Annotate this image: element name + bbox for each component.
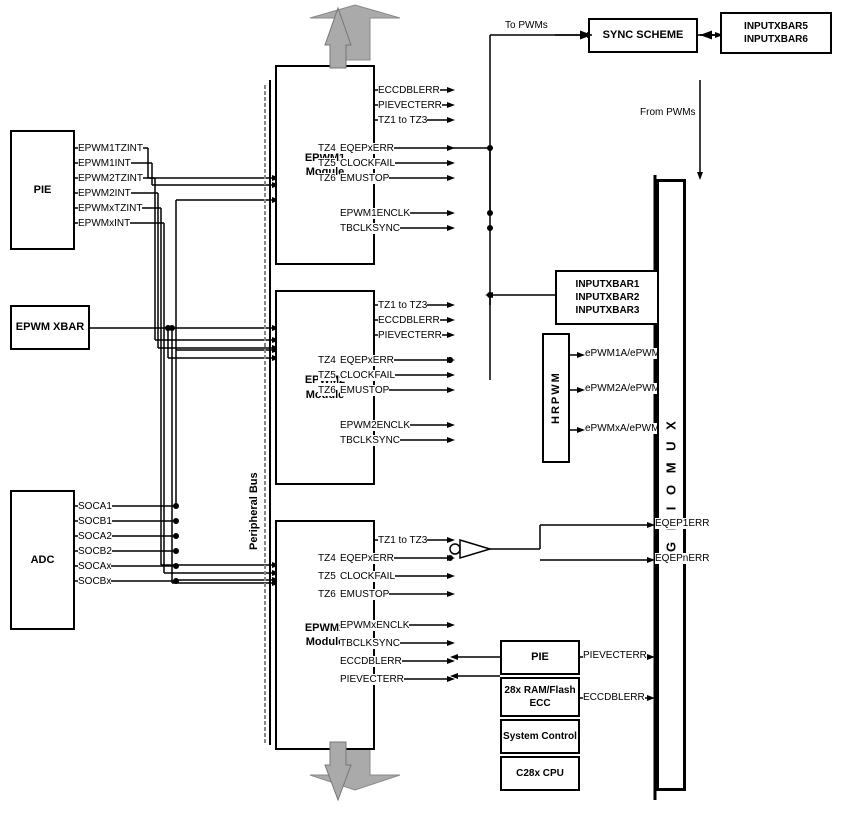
epwmx-tz1tz3: TZ1 to TZ3 bbox=[378, 535, 427, 546]
epwmxint-label: EPWMxINT bbox=[78, 218, 130, 229]
epwmx-tz4: TZ4 bbox=[318, 553, 336, 564]
epwmx-eqeperr: EQEPxERR bbox=[340, 553, 394, 564]
epwmx-tz5: TZ5 bbox=[318, 571, 336, 582]
soca1-label: SOCA1 bbox=[78, 501, 112, 512]
epwm1-tz1tz3: TZ1 to TZ3 bbox=[378, 115, 427, 126]
epwmxtzint-label: EPWMxTZINT bbox=[78, 203, 142, 214]
socb2-label: SOCB2 bbox=[78, 546, 112, 557]
epwm1-emustop: EMUSTOP bbox=[340, 173, 389, 184]
epwm2-eccdblerr: ECCDBLERR bbox=[378, 315, 440, 326]
epwm1-eccdblerr: ECCDBLERR bbox=[378, 85, 440, 96]
epwm1-tz5: TZ5 bbox=[318, 158, 336, 169]
epwm1-eqeperr: EQEPxERR bbox=[340, 143, 394, 154]
ram-flash-box: 28x RAM/Flash ECC bbox=[500, 677, 580, 717]
socb1-label: SOCB1 bbox=[78, 516, 112, 527]
adc-box: ADC bbox=[10, 490, 75, 630]
soca2-label: SOCA2 bbox=[78, 531, 112, 542]
pie-eccdblerr: ECCDBLERR bbox=[583, 692, 645, 703]
inputxbar123-box: INPUTXBAR1 INPUTXBAR2 INPUTXBAR3 bbox=[555, 270, 660, 325]
epwm1-tz6: TZ6 bbox=[318, 173, 336, 184]
epwm1-clockfail: CLOCKFAIL bbox=[340, 158, 395, 169]
epwm1-enclk: EPWM1ENCLK bbox=[340, 208, 410, 219]
epwmx-eccdblerr: ECCDBLERR bbox=[340, 656, 402, 667]
epwmx-enclk: EPWMxENCLK bbox=[340, 620, 409, 631]
epwm2-pievecterr: PIEVECTERR bbox=[378, 330, 442, 341]
epwmx-pievecterr: PIEVECTERR bbox=[340, 674, 404, 685]
epwm1-tbclksync: TBCLKSYNC bbox=[340, 223, 400, 234]
epwm2-clockfail: CLOCKFAIL bbox=[340, 370, 395, 381]
epwm2-tz4: TZ4 bbox=[318, 355, 336, 366]
peripheral-bus-label: Peripheral Bus bbox=[248, 350, 260, 550]
epwm1tzint-label: EPWM1TZINT bbox=[78, 143, 143, 154]
epwmx-tz6: TZ6 bbox=[318, 589, 336, 600]
epwm2-enclk: EPWM2ENCLK bbox=[340, 420, 410, 431]
epwmx-tbclksync: TBCLKSYNC bbox=[340, 638, 400, 649]
epwm2-tz5: TZ5 bbox=[318, 370, 336, 381]
epwm2-emustop: EMUSTOP bbox=[340, 385, 389, 396]
epwm1int-label: EPWM1INT bbox=[78, 158, 131, 169]
pie-pievecterr: PIEVECTERR bbox=[583, 650, 647, 661]
epwm2-eqeperr: EQEPxERR bbox=[340, 355, 394, 366]
epwm1-pievecterr: PIEVECTERR bbox=[378, 100, 442, 111]
to-pwms-label: To PWMs bbox=[505, 20, 548, 31]
epwm2-tbclksync: TBCLKSYNC bbox=[340, 435, 400, 446]
eqep1err-label: EQEP1ERR bbox=[655, 518, 709, 529]
epwm2-tz1tz3: TZ1 to TZ3 bbox=[378, 300, 427, 311]
hrpwm-box: HRPWM bbox=[542, 333, 570, 463]
from-pwms-label: From PWMs bbox=[640, 107, 696, 118]
epwm2int-label: EPWM2INT bbox=[78, 188, 131, 199]
epwm2-tz6: TZ6 bbox=[318, 385, 336, 396]
epwmx-clockfail: CLOCKFAIL bbox=[340, 571, 395, 582]
inputxbar56-box: INPUTXBAR5 INPUTXBAR6 bbox=[720, 12, 832, 54]
sys-ctrl-box: System Control bbox=[500, 719, 580, 754]
sync-scheme-box: SYNC SCHEME bbox=[588, 18, 698, 53]
epwm1-tz4: TZ4 bbox=[318, 143, 336, 154]
socbx-label: SOCBx bbox=[78, 576, 111, 587]
epwm2tzint-label: EPWM2TZINT bbox=[78, 173, 143, 184]
socax-label: SOCAx bbox=[78, 561, 111, 572]
c28x-cpu-box: C28x CPU bbox=[500, 756, 580, 791]
pie-box: PIE bbox=[10, 130, 75, 250]
eqepnerr-label: EQEPnERR bbox=[655, 553, 709, 564]
pie2-box: PIE bbox=[500, 640, 580, 675]
epwm-xbar-box: EPWM XBAR bbox=[10, 305, 90, 350]
gpio-mux-box: G P I O M U X bbox=[657, 180, 685, 790]
epwmx-emustop: EMUSTOP bbox=[340, 589, 389, 600]
